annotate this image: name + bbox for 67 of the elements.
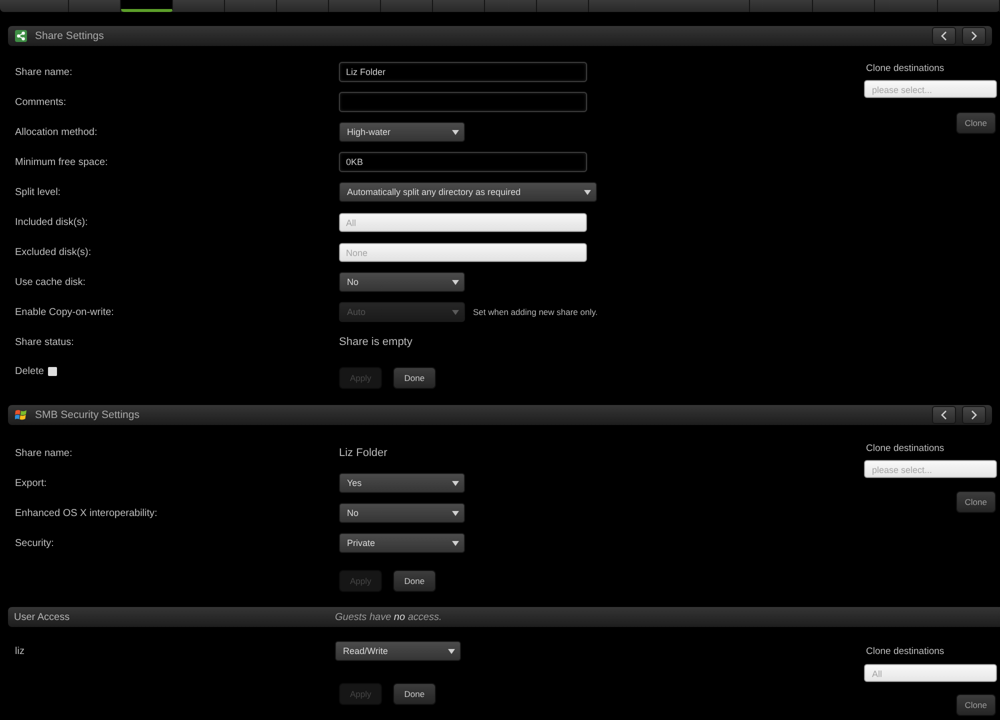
section-title: User Access — [14, 612, 71, 622]
done-button[interactable]: Done — [393, 570, 436, 592]
field-label: Security: — [15, 538, 55, 548]
user-name: liz — [15, 646, 26, 656]
field-label: Minimum free space: — [15, 156, 109, 168]
field-label: Share status: — [15, 336, 75, 348]
caret-icon — [452, 280, 459, 284]
field-label: Comments: — [15, 96, 68, 108]
flag-icon — [15, 409, 27, 421]
dropdown[interactable]: Private — [339, 533, 465, 553]
field-label: Enable Copy-on-write: — [15, 306, 115, 318]
section-title: SMB Security Settings — [35, 409, 140, 421]
multi-select-field[interactable]: please select... — [864, 80, 997, 98]
dropdown[interactable]: High-water — [339, 122, 465, 142]
value-text: Liz Folder — [339, 447, 388, 459]
section-title: Share Settings — [35, 30, 104, 42]
field-label: Clone destinations — [865, 62, 946, 76]
multi-select-field[interactable]: All — [864, 664, 997, 682]
done-button[interactable]: Done — [393, 367, 436, 389]
field-label: Enhanced OS X interoperability: — [15, 508, 158, 518]
multi-select-field[interactable]: All — [339, 212, 587, 232]
text-field[interactable] — [339, 92, 587, 112]
multi-select-field[interactable]: None — [339, 242, 587, 262]
field-label: Clone destinations — [865, 645, 946, 659]
field-label: Use cache disk: — [15, 276, 87, 288]
field-label: Share name: — [15, 448, 74, 458]
nav-tab[interactable] — [121, 0, 173, 12]
dropdown[interactable]: No — [339, 503, 465, 523]
dropdown[interactable]: No — [339, 272, 465, 292]
dropdown[interactable]: Yes — [339, 473, 465, 493]
chevron-right-icon — [971, 31, 977, 41]
text-field[interactable]: Liz Folder — [339, 62, 587, 82]
field-label: Allocation method: — [15, 126, 98, 138]
chevron-left-icon — [941, 31, 947, 41]
field-label: Excluded disk(s): — [15, 246, 92, 258]
caret-icon — [584, 190, 591, 194]
guest-access-note: Guests have no access. — [335, 612, 443, 622]
previous-button[interactable] — [932, 406, 956, 424]
field-label: Clone destinations — [865, 442, 946, 456]
field-label: Export: — [15, 478, 48, 488]
hint-text: Set when adding new share only. — [473, 307, 598, 317]
value-text: Share is empty — [339, 336, 412, 348]
caret-icon — [452, 540, 459, 546]
clone-button[interactable]: Clone — [956, 112, 996, 134]
checkbox[interactable] — [48, 366, 57, 376]
field-label: Split level: — [15, 186, 62, 198]
next-button[interactable] — [962, 406, 986, 424]
caret-icon — [452, 480, 459, 486]
caret-icon — [452, 510, 459, 516]
dropdown[interactable]: Read/Write — [335, 641, 461, 661]
multi-select-field[interactable]: please select... — [864, 460, 997, 478]
chevron-right-icon — [971, 410, 977, 420]
share-icon — [15, 30, 27, 42]
clone-button[interactable]: Clone — [956, 491, 996, 513]
text-field[interactable]: 0KB — [339, 152, 587, 172]
chevron-left-icon — [941, 410, 947, 420]
dropdown[interactable]: Automatically split any directory as required — [339, 182, 597, 202]
previous-button[interactable] — [932, 27, 956, 45]
caret-icon — [452, 130, 459, 134]
next-button[interactable] — [962, 27, 986, 45]
field-label: Included disk(s): — [15, 216, 89, 228]
field-label: Share name: — [15, 66, 74, 78]
clone-button[interactable]: Clone — [956, 694, 996, 716]
done-button[interactable]: Done — [393, 683, 436, 705]
caret-icon — [448, 648, 455, 654]
caret-icon — [452, 310, 459, 314]
field-label: Delete — [15, 366, 44, 376]
